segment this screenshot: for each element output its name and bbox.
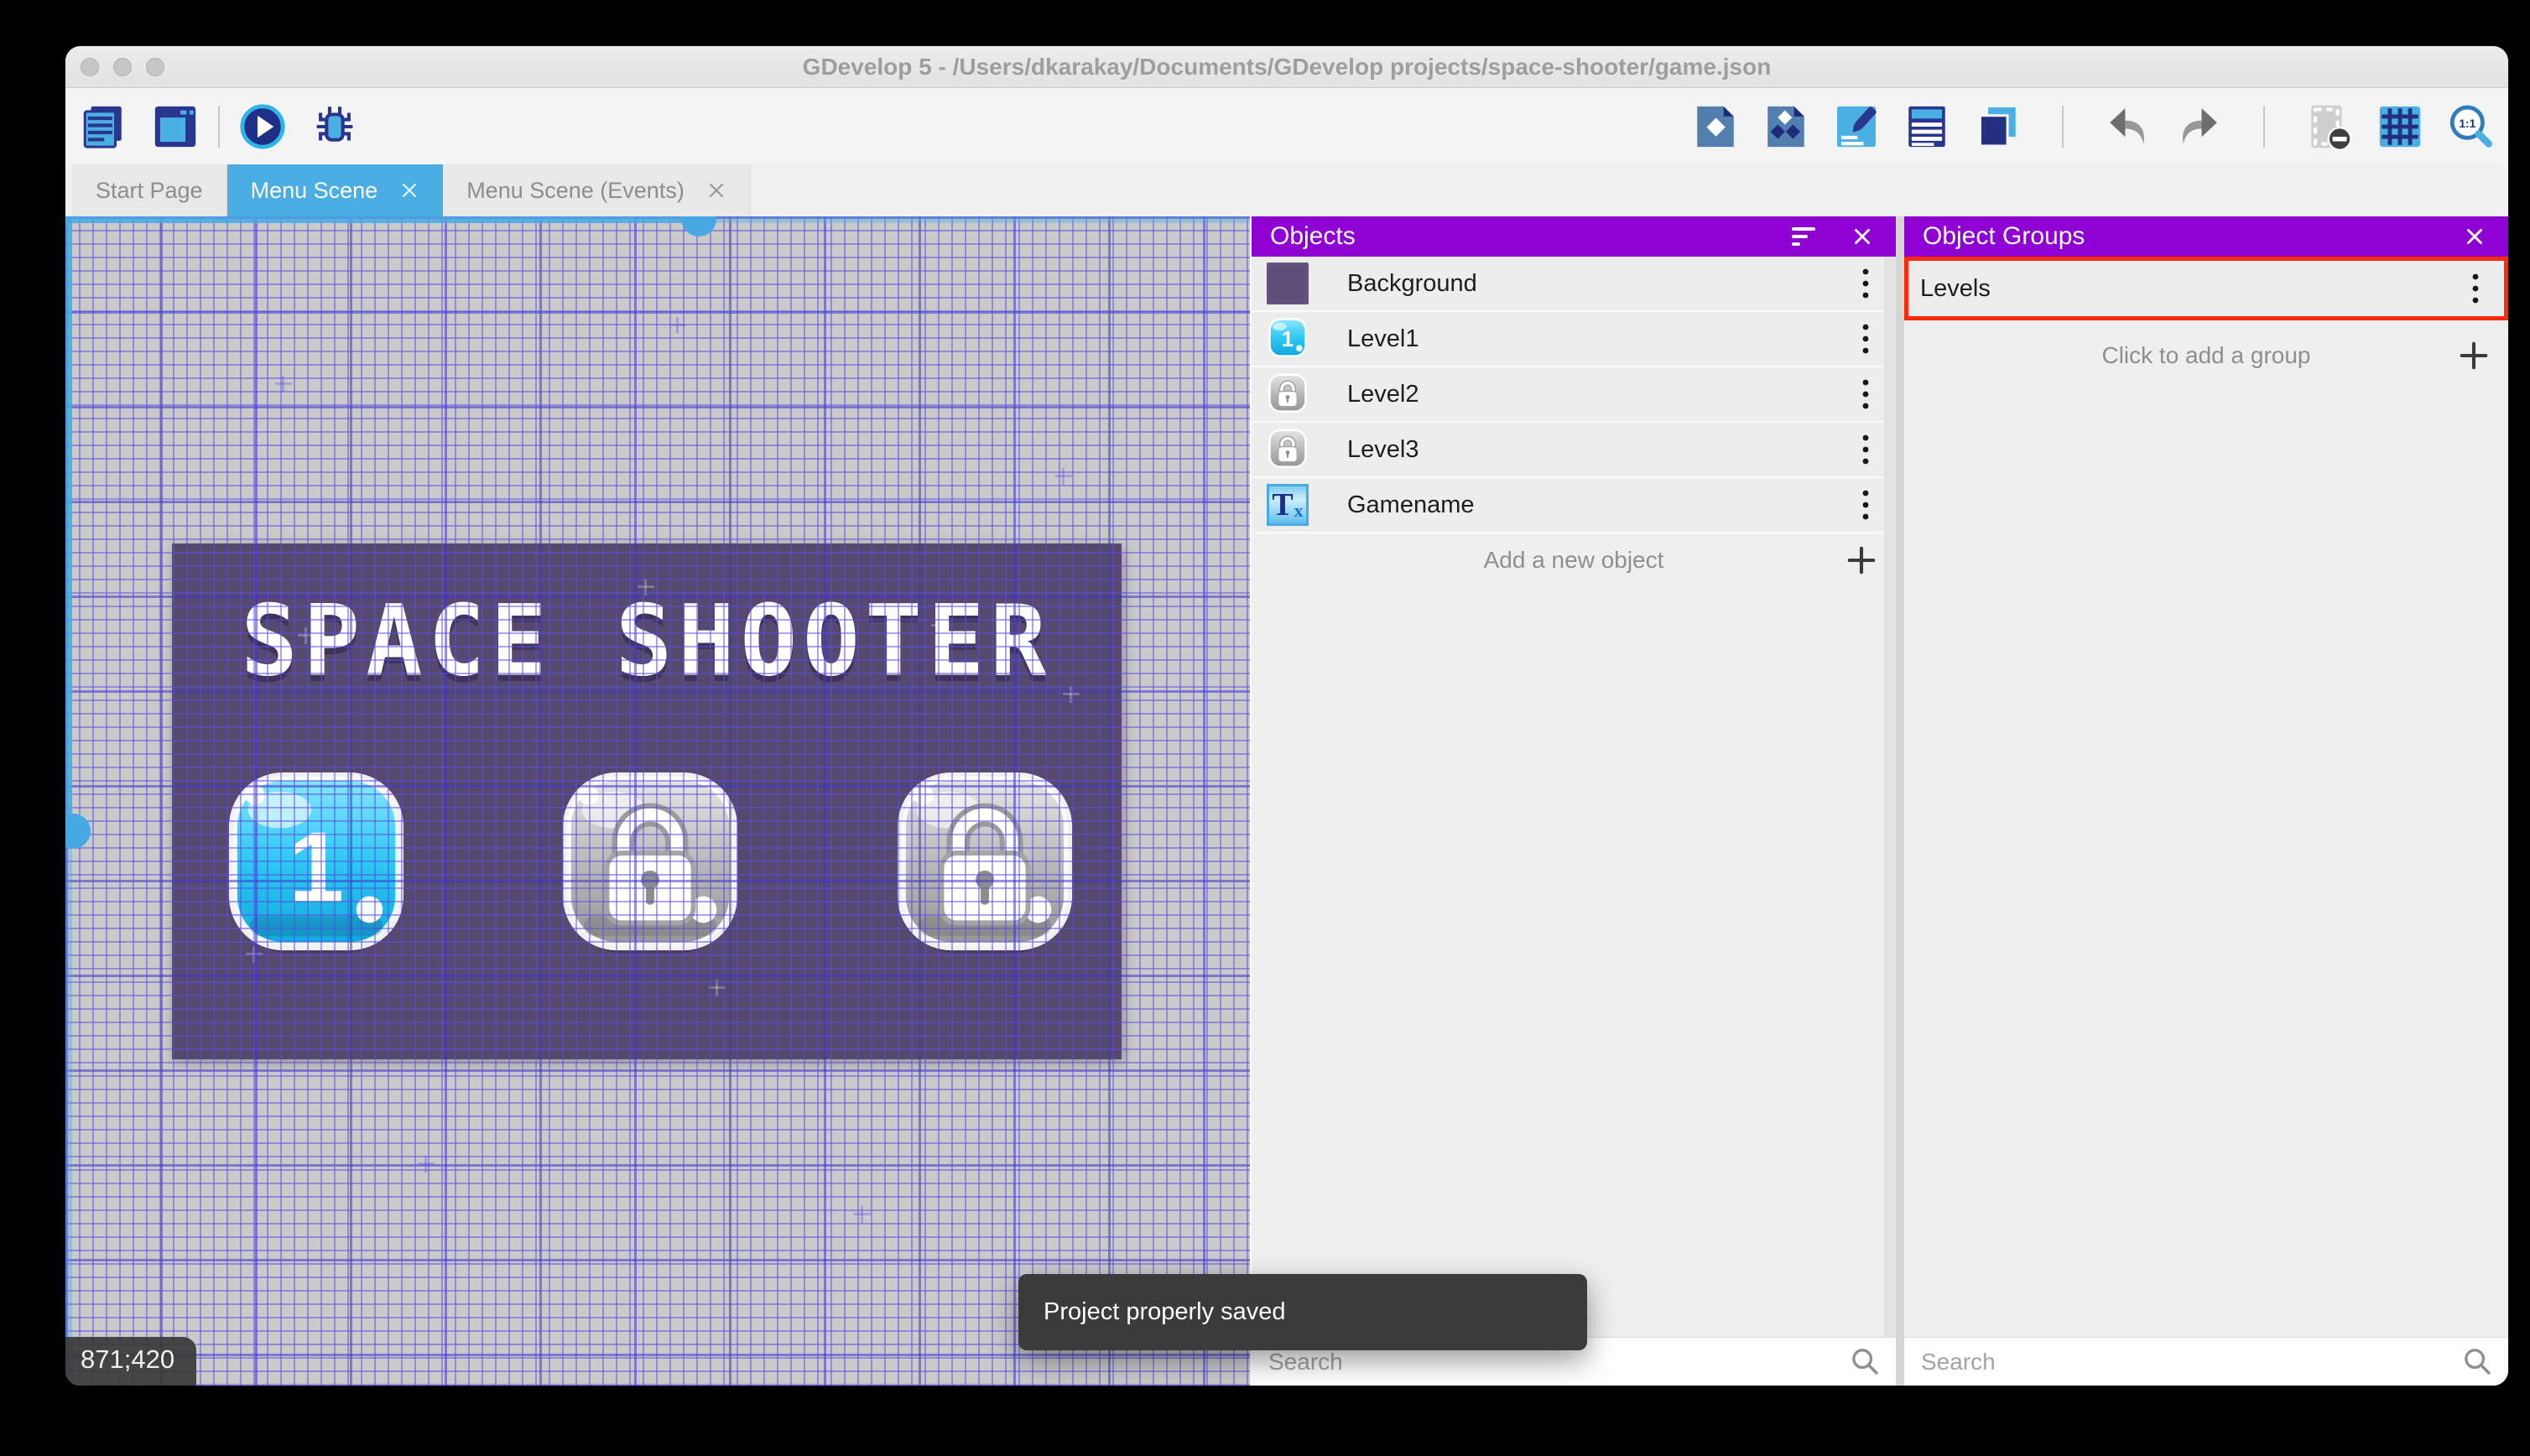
horizontal-scrollbar-track[interactable] bbox=[700, 216, 1250, 223]
groups-search-bar bbox=[1904, 1337, 2508, 1386]
level3-thumbnail bbox=[1268, 429, 1307, 468]
level1-thumbnail: 1 bbox=[1268, 318, 1307, 357]
objects-panel-title: Objects bbox=[1270, 222, 1356, 250]
svg-text:1:1: 1:1 bbox=[2459, 117, 2475, 130]
add-object-row[interactable]: Add a new object bbox=[1252, 533, 1896, 587]
editor-content: SPACE SHOOTER 1 871;420 Objects Backgrou… bbox=[65, 216, 2508, 1386]
filter-icon[interactable] bbox=[1792, 221, 1822, 252]
zoom-window-button[interactable] bbox=[146, 57, 164, 76]
scene-canvas[interactable]: SPACE SHOOTER 1 871;420 bbox=[65, 216, 1252, 1386]
save-toast: Project properly saved bbox=[1018, 1274, 1587, 1350]
toolbar-separator bbox=[218, 105, 220, 148]
background-thumbnail bbox=[1267, 263, 1309, 304]
toolbar-separator bbox=[2062, 105, 2064, 148]
editor-tab-bar: Start Page Menu Scene Menu Scene (Events… bbox=[65, 164, 2508, 216]
play-icon[interactable] bbox=[238, 102, 287, 151]
window-title: GDevelop 5 - /Users/dkarakay/Documents/G… bbox=[802, 53, 1772, 80]
app-window: GDevelop 5 - /Users/dkarakay/Documents/G… bbox=[65, 46, 2508, 1386]
object-menu-icon[interactable] bbox=[1849, 486, 1882, 523]
panel-divider[interactable] bbox=[1896, 216, 1904, 1386]
add-object-label: Add a new object bbox=[1483, 547, 1664, 573]
object-row-level2[interactable]: Level2 bbox=[1252, 367, 1896, 423]
panel-scrollbar[interactable] bbox=[1884, 257, 1896, 1337]
scene-background-object[interactable]: SPACE SHOOTER 1 bbox=[172, 543, 1122, 1059]
object-label: Gamename bbox=[1347, 491, 1475, 518]
groups-search-input[interactable] bbox=[1919, 1347, 2463, 1376]
levels-group-row-highlight[interactable]: Levels bbox=[1904, 257, 2508, 320]
horizontal-scrollbar-thumb[interactable] bbox=[681, 216, 716, 237]
debug-icon[interactable] bbox=[310, 102, 359, 151]
add-group-row[interactable]: Click to add a group bbox=[1904, 329, 2508, 382]
layers-icon[interactable] bbox=[1973, 102, 2022, 151]
main-toolbar: 1:1 bbox=[65, 88, 2508, 164]
add-icon[interactable] bbox=[1845, 544, 1877, 576]
vertical-scrollbar-thumb[interactable] bbox=[65, 814, 91, 849]
svg-text:1: 1 bbox=[289, 812, 344, 923]
minimize-window-button[interactable] bbox=[113, 57, 132, 76]
level2-locked-button-object[interactable] bbox=[557, 770, 743, 963]
text-object-thumbnail: Tx bbox=[1267, 484, 1309, 526]
object-row-level3[interactable]: Level3 bbox=[1252, 423, 1896, 478]
object-row-gamename[interactable]: Tx Gamename bbox=[1252, 478, 1896, 533]
search-icon[interactable] bbox=[1851, 1347, 1881, 1377]
game-title-text-object[interactable]: SPACE SHOOTER bbox=[172, 585, 1122, 698]
project-manager-icon[interactable] bbox=[79, 102, 128, 151]
add-group-label: Click to add a group bbox=[2101, 342, 2311, 368]
object-label: Level3 bbox=[1347, 435, 1419, 463]
object-groups-panel-title: Object Groups bbox=[1923, 222, 2085, 250]
tab-menu-scene[interactable]: Menu Scene bbox=[226, 164, 444, 216]
objects-search-input[interactable] bbox=[1267, 1347, 1851, 1376]
title-bar: GDevelop 5 - /Users/dkarakay/Documents/G… bbox=[65, 46, 2508, 88]
object-label: Level2 bbox=[1347, 380, 1419, 408]
close-panel-icon[interactable] bbox=[1847, 221, 1877, 252]
close-window-button[interactable] bbox=[81, 57, 99, 76]
objects-panel-icon[interactable] bbox=[1691, 102, 1740, 151]
level3-locked-button-object[interactable] bbox=[892, 770, 1078, 963]
scene-editor-icon[interactable] bbox=[151, 102, 200, 151]
objects-panel-header: Objects bbox=[1252, 216, 1896, 257]
cursor-coordinates-badge: 871;420 bbox=[65, 1337, 197, 1386]
screenshot-root: GDevelop 5 - /Users/dkarakay/Documents/G… bbox=[0, 0, 2530, 1456]
object-menu-icon[interactable] bbox=[1849, 376, 1882, 413]
close-tab-icon[interactable] bbox=[399, 180, 419, 200]
vertical-scrollbar-track[interactable] bbox=[65, 216, 72, 830]
level1-button-object[interactable]: 1 bbox=[223, 770, 409, 963]
tab-start-page[interactable]: Start Page bbox=[72, 164, 227, 216]
tab-menu-scene-events[interactable]: Menu Scene (Events) bbox=[443, 164, 751, 216]
object-groups-panel: Object Groups Levels Click to add a grou… bbox=[1904, 216, 2508, 1386]
object-groups-icon[interactable] bbox=[1762, 102, 1810, 151]
object-label: Level1 bbox=[1347, 325, 1419, 352]
group-label: Levels bbox=[1920, 274, 1991, 302]
objects-panel: Objects Background 1 Level1 Level2 Level… bbox=[1252, 216, 1896, 1386]
object-groups-panel-header: Object Groups bbox=[1904, 216, 2508, 257]
horizontal-scrollbar-track[interactable] bbox=[65, 216, 700, 223]
grid-icon[interactable] bbox=[2376, 102, 2424, 151]
level2-thumbnail bbox=[1268, 373, 1307, 413]
tab-label: Start Page bbox=[96, 177, 203, 203]
svg-text:1: 1 bbox=[1282, 328, 1294, 351]
undo-icon[interactable] bbox=[2104, 102, 2153, 151]
tab-label: Menu Scene bbox=[250, 177, 378, 203]
tab-label: Menu Scene (Events) bbox=[466, 177, 685, 203]
object-row-level1[interactable]: 1 Level1 bbox=[1252, 312, 1896, 367]
object-label: Background bbox=[1347, 269, 1477, 297]
object-menu-icon[interactable] bbox=[1849, 320, 1882, 357]
traffic-lights bbox=[81, 46, 164, 87]
object-row-background[interactable]: Background bbox=[1252, 257, 1896, 312]
search-icon[interactable] bbox=[2463, 1347, 2493, 1377]
group-menu-icon[interactable] bbox=[2459, 270, 2492, 307]
toolbar-separator bbox=[2263, 105, 2265, 148]
zoom-reset-icon[interactable]: 1:1 bbox=[2446, 102, 2495, 151]
vertical-scrollbar-track[interactable] bbox=[65, 830, 72, 1386]
redo-icon[interactable] bbox=[2174, 102, 2223, 151]
close-tab-icon[interactable] bbox=[706, 180, 726, 200]
add-icon[interactable] bbox=[2458, 340, 2490, 372]
object-menu-icon[interactable] bbox=[1849, 265, 1882, 302]
toast-message: Project properly saved bbox=[1044, 1298, 1286, 1325]
scene-properties-icon[interactable] bbox=[1832, 102, 1881, 151]
object-menu-icon[interactable] bbox=[1849, 431, 1882, 468]
instances-list-icon[interactable] bbox=[1903, 102, 1951, 151]
window-mask-icon[interactable] bbox=[2305, 102, 2354, 151]
close-panel-icon[interactable] bbox=[2460, 221, 2490, 252]
